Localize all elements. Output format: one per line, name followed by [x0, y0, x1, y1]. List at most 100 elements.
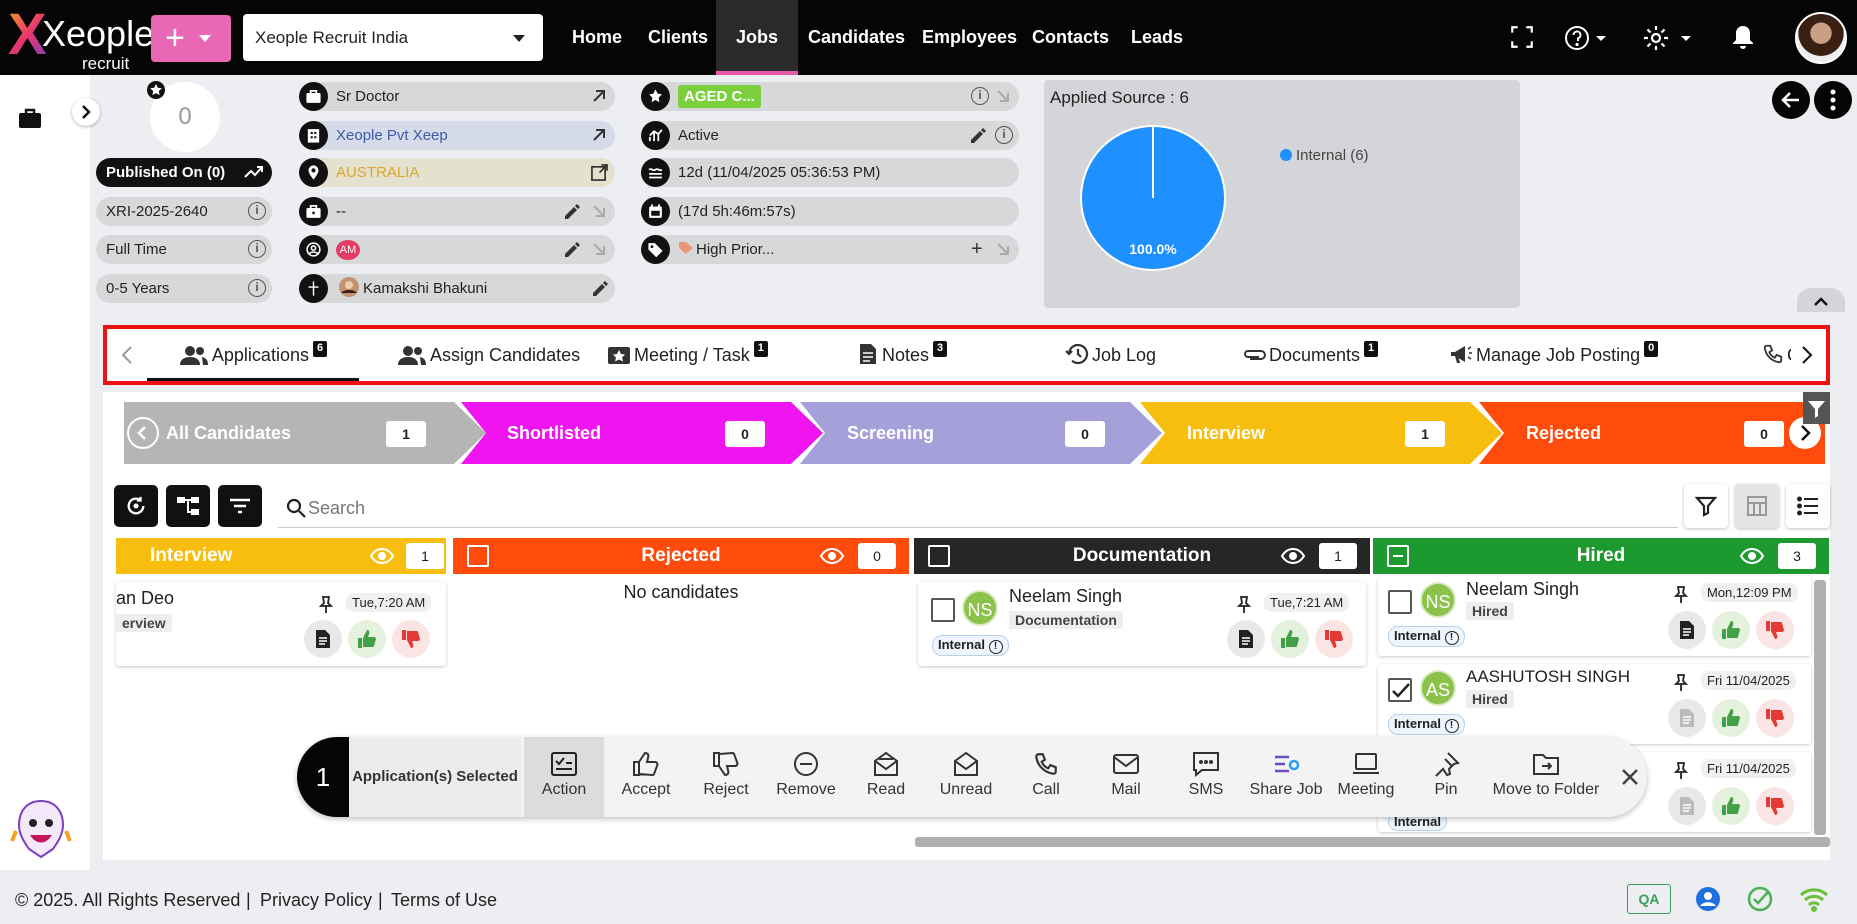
info-icon[interactable]: i: [971, 87, 989, 105]
candidate-checkbox[interactable]: [1388, 590, 1412, 614]
move-to-folder-action-button[interactable]: Move to Folder: [1486, 737, 1606, 817]
edit-pencil-icon[interactable]: [591, 280, 609, 298]
list-view-button[interactable]: [1786, 484, 1830, 528]
edit-pencil-icon[interactable]: [969, 127, 987, 145]
help-icon[interactable]: [1564, 24, 1608, 52]
stages-scroll-left-icon[interactable]: [127, 417, 159, 449]
accept-action-button[interactable]: Accept: [606, 737, 686, 817]
reject-thumbs-down-button[interactable]: [1756, 699, 1794, 737]
share-job-action-button[interactable]: Share Job: [1246, 737, 1326, 817]
collapse-panel-button[interactable]: [1797, 288, 1845, 312]
terms-of-use-link[interactable]: Terms of Use: [391, 890, 497, 911]
reject-thumbs-down-button[interactable]: [1315, 620, 1353, 658]
candidate-name[interactable]: Neelam Singh: [1466, 579, 1579, 600]
pin-icon[interactable]: [1236, 596, 1252, 614]
pin-action-button[interactable]: Pin: [1406, 737, 1486, 817]
open-arrow-icon[interactable]: [591, 127, 607, 143]
call-action-button[interactable]: Call: [1006, 737, 1086, 817]
select-all-checkbox[interactable]: [467, 545, 489, 567]
refresh-button[interactable]: [114, 485, 158, 527]
assistant-mascot-icon[interactable]: [10, 797, 72, 861]
eye-icon[interactable]: [1740, 547, 1764, 565]
info-icon[interactable]: i: [995, 126, 1013, 144]
nav-employees[interactable]: Employees: [912, 0, 1027, 75]
hierarchy-view-button[interactable]: [166, 485, 210, 527]
user-profile-icon[interactable]: [1695, 886, 1721, 912]
candidate-card-interview[interactable]: an Deo erview Tue,7:20 AM: [116, 582, 446, 666]
close-icon[interactable]: [1617, 764, 1643, 790]
organization-select[interactable]: Xeople Recruit India: [243, 14, 543, 61]
check-status-icon[interactable]: [1747, 886, 1773, 912]
edit-pencil-icon[interactable]: [563, 203, 581, 221]
nav-home[interactable]: Home: [562, 0, 632, 75]
stage-all-candidates[interactable]: All Candidates 1: [124, 402, 486, 464]
candidate-checkbox-checked[interactable]: [1388, 678, 1412, 702]
external-link-icon[interactable]: [591, 164, 608, 181]
user-avatar[interactable]: [1795, 12, 1847, 64]
select-all-checkbox[interactable]: [1387, 545, 1409, 567]
filter-button[interactable]: [1684, 484, 1728, 528]
eye-icon[interactable]: [820, 547, 844, 565]
reject-action-button[interactable]: Reject: [686, 737, 766, 817]
tab-meeting-task[interactable]: Meeting / Task 1: [607, 329, 768, 381]
privacy-policy-link[interactable]: Privacy Policy: [260, 890, 372, 911]
tab-job-log[interactable]: Job Log: [1065, 329, 1156, 381]
nav-candidates[interactable]: Candidates: [798, 0, 915, 75]
owner-initials-avatar[interactable]: AM: [336, 240, 360, 260]
unread-action-button[interactable]: Unread: [926, 737, 1006, 817]
fullscreen-icon[interactable]: [1509, 24, 1535, 50]
pin-icon[interactable]: [1673, 762, 1689, 780]
info-icon[interactable]: i: [248, 240, 266, 258]
tab-manage-job-posting[interactable]: Manage Job Posting 0: [1449, 329, 1659, 381]
select-all-checkbox[interactable]: [928, 545, 950, 567]
accept-thumbs-up-button[interactable]: [348, 620, 386, 658]
accept-thumbs-up-button[interactable]: [1712, 787, 1750, 825]
accept-thumbs-up-button[interactable]: [1712, 611, 1750, 649]
candidate-card-hired[interactable]: AS AASHUTOSH SINGH Hired Internal ! Fri …: [1378, 664, 1811, 744]
briefcase-icon[interactable]: [18, 107, 42, 129]
tabs-scroll-right-icon[interactable]: [1791, 329, 1826, 381]
info-icon[interactable]: !: [1444, 719, 1459, 733]
notification-bell-icon[interactable]: [1731, 24, 1755, 52]
nav-leads[interactable]: Leads: [1121, 0, 1193, 75]
filter-tab-icon[interactable]: [1803, 392, 1830, 424]
pin-icon[interactable]: [1673, 674, 1689, 692]
reject-thumbs-down-button[interactable]: [1756, 611, 1794, 649]
vertical-scrollbar[interactable]: [1814, 580, 1826, 835]
info-icon[interactable]: !: [1444, 631, 1459, 645]
view-document-disabled-button[interactable]: [1668, 787, 1706, 825]
view-document-button[interactable]: [1227, 620, 1265, 658]
stage-screening[interactable]: Screening 0: [800, 402, 1162, 464]
info-icon[interactable]: !: [988, 640, 1003, 654]
company-name[interactable]: Xeople Pvt Xeep: [336, 121, 448, 150]
reject-thumbs-down-button[interactable]: [1756, 787, 1794, 825]
sort-filter-button[interactable]: [218, 485, 262, 527]
quick-add-button[interactable]: +: [151, 15, 231, 62]
xeople-logo[interactable]: X Xeople recruit: [8, 6, 154, 74]
sidebar-expand-toggle[interactable]: [72, 98, 100, 126]
eye-icon[interactable]: [1281, 547, 1305, 565]
pie-legend[interactable]: Internal (6): [1280, 147, 1369, 164]
mail-action-button[interactable]: Mail: [1086, 737, 1166, 817]
action-button[interactable]: Action: [524, 737, 604, 817]
read-action-button[interactable]: Read: [846, 737, 926, 817]
eye-icon[interactable]: [370, 547, 394, 565]
published-on-pill[interactable]: Published On (0): [96, 158, 272, 187]
stage-shortlisted[interactable]: Shortlisted 0: [461, 402, 823, 464]
tab-applications[interactable]: Applications 6: [147, 329, 359, 381]
open-arrow-icon[interactable]: [591, 88, 607, 104]
view-document-button[interactable]: [1668, 611, 1706, 649]
edit-pencil-icon[interactable]: [563, 241, 581, 259]
view-document-button[interactable]: [304, 620, 342, 658]
pin-icon[interactable]: [1673, 586, 1689, 604]
stage-rejected[interactable]: Rejected 0: [1479, 402, 1825, 464]
meeting-action-button[interactable]: Meeting: [1326, 737, 1406, 817]
board-view-button[interactable]: [1735, 484, 1779, 528]
nav-clients[interactable]: Clients: [638, 0, 718, 75]
search-input[interactable]: Search: [278, 486, 1678, 528]
stage-interview[interactable]: Interview 1: [1140, 402, 1502, 464]
remove-action-button[interactable]: Remove: [766, 737, 846, 817]
more-options-button[interactable]: [1814, 81, 1852, 119]
tab-assign-candidates[interactable]: Assign Candidates: [397, 329, 580, 381]
candidate-name[interactable]: AASHUTOSH SINGH: [1466, 667, 1630, 687]
